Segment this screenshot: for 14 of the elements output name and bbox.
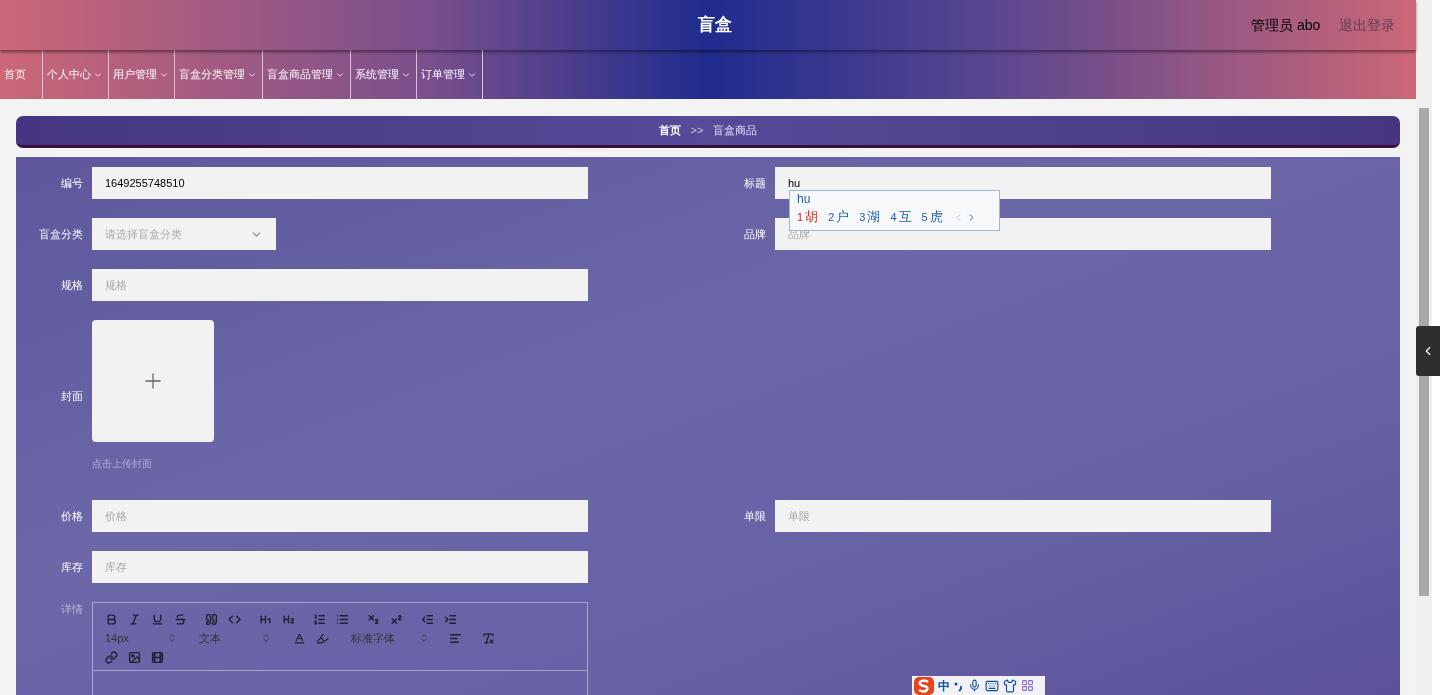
field-label: 价格 xyxy=(60,509,84,524)
field-label: 编号 xyxy=(60,176,84,191)
field-label: 标题 xyxy=(743,176,767,191)
breadcrumb-current: 盲盒商品 xyxy=(713,123,758,139)
field-label: 封面 xyxy=(60,388,84,404)
app-title: 盲盒 xyxy=(698,14,732,37)
field-label: 库存 xyxy=(60,560,84,575)
field-label: 单限 xyxy=(743,509,767,524)
field-label: 盲盒分类 xyxy=(38,227,84,242)
user-name: 管理员 abo xyxy=(1251,15,1321,35)
field-label: 规格 xyxy=(60,278,84,293)
breadcrumb-separator: >> xyxy=(690,123,704,139)
field-label: 品牌 xyxy=(743,227,767,242)
field-label: 详情 xyxy=(60,602,84,616)
